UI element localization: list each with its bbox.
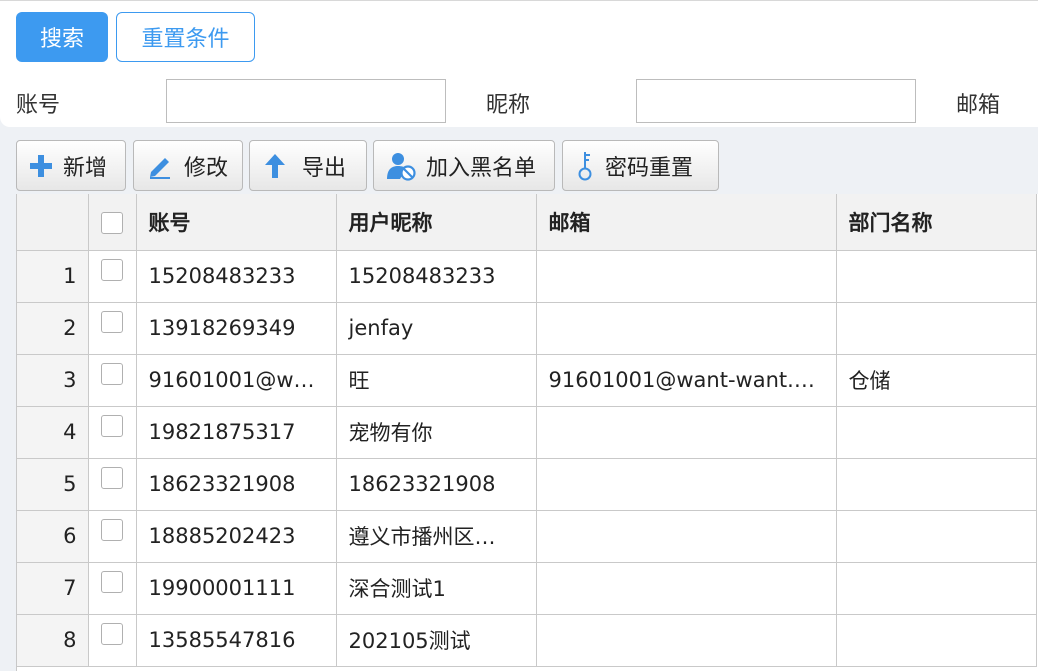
row-checkbox[interactable] <box>101 623 123 645</box>
row-number: 3 <box>17 354 89 407</box>
row-number: 8 <box>17 614 89 667</box>
key-icon <box>578 151 592 180</box>
select-all-header <box>88 194 137 251</box>
cell-department: 仓储 <box>836 354 1037 407</box>
row-checkbox[interactable] <box>101 571 123 593</box>
cell-email: 91601001@want-want.… <box>536 354 837 407</box>
row-checkbox[interactable] <box>101 259 123 281</box>
cell-account: 91601001@w… <box>136 354 337 407</box>
column-header-email[interactable]: 邮箱 <box>536 194 837 251</box>
cell-account: 13918269349 <box>136 302 337 355</box>
column-header-nickname[interactable]: 用户昵称 <box>336 194 537 251</box>
password-reset-label: 密码重置 <box>605 154 694 180</box>
edit-button[interactable]: 修改 <box>133 140 243 191</box>
cell-nickname: 深合测试1 <box>336 562 537 615</box>
cell-nickname: 18623321908 <box>336 458 537 511</box>
cell-nickname: 15208483233 <box>336 250 537 303</box>
pencil-icon <box>150 157 170 179</box>
nickname-input[interactable] <box>636 79 916 123</box>
column-header-department[interactable]: 部门名称 <box>836 194 1037 251</box>
cell-department <box>836 510 1037 563</box>
row-number: 2 <box>17 302 89 355</box>
account-label: 账号 <box>16 93 61 118</box>
cell-account: 13585547816 <box>136 614 337 667</box>
email-label: 邮箱 <box>956 93 1001 118</box>
row-number-header <box>17 194 89 251</box>
table-row[interactable]: 2 13918269349 jenfay <box>17 302 1037 355</box>
table-row[interactable]: 7 19900001111 深合测试1 <box>17 562 1037 615</box>
cell-email <box>536 562 837 615</box>
cell-email <box>536 302 837 355</box>
row-number: 5 <box>17 458 89 511</box>
account-input[interactable] <box>166 79 446 123</box>
password-reset-button[interactable]: 密码重置 <box>562 140 719 191</box>
row-number: 7 <box>17 562 89 615</box>
row-checkbox[interactable] <box>101 415 123 437</box>
cell-nickname: 202105测试 <box>336 614 537 667</box>
cell-department <box>836 406 1037 459</box>
cell-email <box>536 250 837 303</box>
nickname-label: 昵称 <box>486 93 531 118</box>
cell-department <box>836 458 1037 511</box>
row-checkbox[interactable] <box>101 467 123 489</box>
cell-nickname: 遵义市播州区… <box>336 510 537 563</box>
table-header-row: 账号 用户昵称 邮箱 部门名称 <box>17 194 1037 251</box>
row-number: 1 <box>17 250 89 303</box>
edit-label: 修改 <box>184 154 229 180</box>
row-checkbox[interactable] <box>101 519 123 541</box>
table-row[interactable]: 8 13585547816 202105测试 <box>17 614 1037 667</box>
reset-conditions-button[interactable]: 重置条件 <box>116 12 255 62</box>
cell-department <box>836 250 1037 303</box>
row-number: 6 <box>17 510 89 563</box>
row-checkbox[interactable] <box>101 311 123 333</box>
cell-account: 18885202423 <box>136 510 337 563</box>
user-table: 账号 用户昵称 邮箱 部门名称 1 15208483233 1520848323… <box>16 194 1038 671</box>
export-label: 导出 <box>302 154 347 180</box>
cell-email <box>536 614 837 667</box>
blacklist-label: 加入黑名单 <box>426 154 537 180</box>
search-button[interactable]: 搜索 <box>16 12 108 62</box>
cell-account: 19900001111 <box>136 562 337 615</box>
cell-nickname: jenfay <box>336 302 537 355</box>
arrow-up-icon <box>265 153 285 178</box>
cell-department <box>836 302 1037 355</box>
cell-account: 18623321908 <box>136 458 337 511</box>
cell-email <box>536 406 837 459</box>
cell-department <box>836 562 1037 615</box>
table-row[interactable]: 4 19821875317 宠物有你 <box>17 406 1037 459</box>
cell-account: 15208483233 <box>136 250 337 303</box>
cell-nickname: 宠物有你 <box>336 406 537 459</box>
row-number: 4 <box>17 406 89 459</box>
row-checkbox[interactable] <box>101 363 123 385</box>
cell-email <box>536 458 837 511</box>
user-block-icon <box>387 152 416 181</box>
plus-icon <box>30 154 52 177</box>
table-row[interactable]: 6 18885202423 遵义市播州区… <box>17 510 1037 563</box>
column-header-account[interactable]: 账号 <box>136 194 337 251</box>
add-to-blacklist-button[interactable]: 加入黑名单 <box>373 140 555 191</box>
add-button[interactable]: 新增 <box>16 140 126 191</box>
table-row[interactable]: 3 91601001@w… 旺 91601001@want-want.… 仓储 <box>17 354 1037 407</box>
add-label: 新增 <box>63 154 108 180</box>
cell-department <box>836 614 1037 667</box>
cell-account: 19821875317 <box>136 406 337 459</box>
select-all-checkbox[interactable] <box>101 211 123 234</box>
table-row[interactable]: 1 15208483233 15208483233 <box>17 250 1037 303</box>
cell-nickname: 旺 <box>336 354 537 407</box>
table-row[interactable]: 5 18623321908 18623321908 <box>17 458 1037 511</box>
cell-email <box>536 510 837 563</box>
search-panel: 搜索 重置条件 账号 昵称 邮箱 <box>0 0 1038 127</box>
export-button[interactable]: 导出 <box>249 140 367 191</box>
